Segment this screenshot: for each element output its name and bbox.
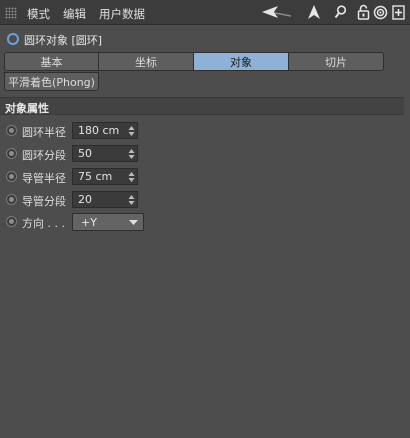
- torus-icon: [7, 33, 19, 45]
- field-value: 180 cm: [78, 124, 120, 137]
- orientation-select[interactable]: +Y: [72, 213, 144, 231]
- field-value: 75 cm: [78, 170, 113, 183]
- menu-mode[interactable]: 模式: [27, 6, 50, 22]
- lock-icon[interactable]: [356, 3, 370, 21]
- tab-phong[interactable]: 平滑着色(Phong): [4, 72, 99, 91]
- spinner-arrows-icon[interactable]: [128, 194, 135, 206]
- animate-radio[interactable]: [6, 216, 17, 227]
- target-icon[interactable]: [373, 3, 388, 21]
- property-label: 导管半径: [22, 172, 66, 185]
- tab-bar: 基本 坐标 对象 切片: [4, 52, 384, 72]
- chevron-down-icon: [129, 220, 138, 225]
- property-row-orientation: 方向 . . . +Y: [0, 212, 404, 232]
- menu-edit[interactable]: 编辑: [63, 6, 86, 22]
- spinner-arrows-icon[interactable]: [128, 125, 135, 137]
- property-label: 圆环分段: [22, 149, 66, 162]
- add-panel-icon[interactable]: [391, 3, 405, 21]
- section-header: 对象属性: [0, 97, 404, 115]
- object-header: 圆环对象 [圆环]: [0, 29, 410, 49]
- menu-userdata[interactable]: 用户数据: [99, 6, 145, 22]
- property-label: 圆环半径: [22, 126, 66, 139]
- animate-radio[interactable]: [6, 171, 17, 182]
- pipe-radius-input[interactable]: 75 cm: [72, 168, 138, 185]
- property-row-ring-radius: 圆环半径 180 cm: [0, 121, 404, 141]
- spinner-arrows-icon[interactable]: [128, 148, 135, 160]
- ring-radius-input[interactable]: 180 cm: [72, 122, 138, 139]
- tab-object[interactable]: 对象: [193, 52, 289, 71]
- property-label: 方向 . . .: [22, 217, 65, 230]
- menu-bar: 模式 编辑 用户数据: [0, 0, 410, 25]
- property-label: 导管分段: [22, 195, 66, 208]
- back-arrow-icon[interactable]: [262, 3, 292, 21]
- animate-radio[interactable]: [6, 125, 17, 136]
- spinner-arrows-icon[interactable]: [128, 171, 135, 183]
- tab-coordinates[interactable]: 坐标: [98, 52, 194, 71]
- property-row-ring-segments: 圆环分段 50: [0, 144, 404, 164]
- animate-radio[interactable]: [6, 194, 17, 205]
- section-title: 对象属性: [5, 102, 49, 115]
- property-row-pipe-radius: 导管半径 75 cm: [0, 167, 404, 187]
- field-value: 50: [78, 147, 92, 160]
- field-value: 20: [78, 193, 92, 206]
- animate-radio[interactable]: [6, 148, 17, 159]
- property-row-pipe-segments: 导管分段 20: [0, 190, 404, 210]
- tab-slice[interactable]: 切片: [288, 52, 384, 71]
- object-title: 圆环对象 [圆环]: [24, 34, 103, 47]
- tab-basic[interactable]: 基本: [4, 52, 99, 71]
- ring-segments-input[interactable]: 50: [72, 145, 138, 162]
- search-icon[interactable]: [333, 3, 347, 21]
- pipe-segments-input[interactable]: 20: [72, 191, 138, 208]
- dropdown-value: +Y: [81, 216, 97, 229]
- grip-icon[interactable]: [5, 7, 17, 19]
- up-arrow-icon[interactable]: [306, 3, 322, 21]
